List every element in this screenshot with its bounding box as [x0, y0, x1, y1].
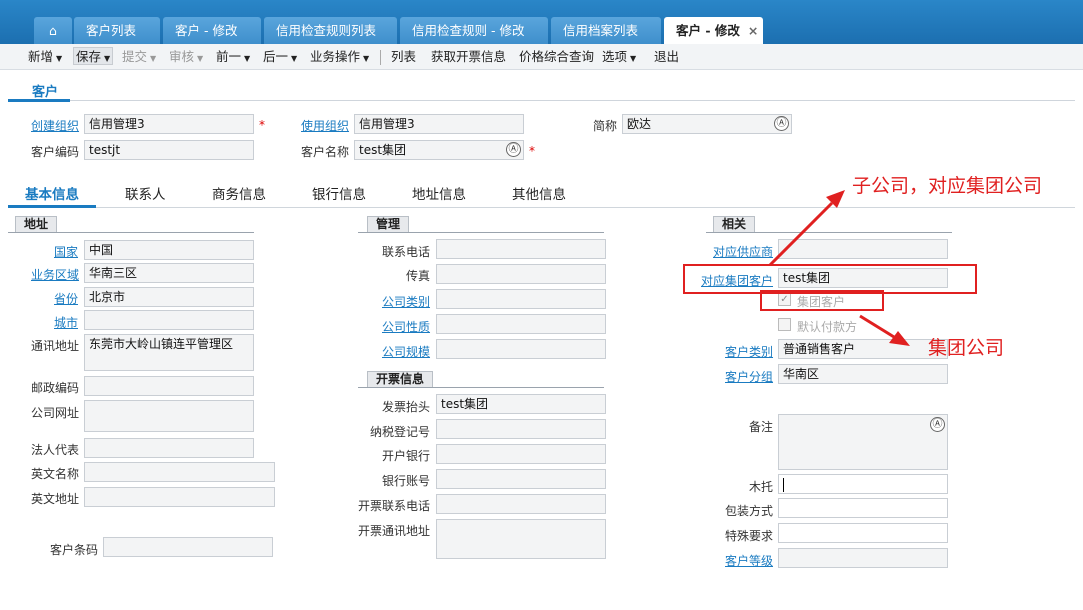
annotation-arrows	[768, 190, 910, 346]
annotation-arrow-line	[768, 201, 834, 267]
annotation-arrow-line	[859, 314, 895, 339]
annotation-arrowhead	[889, 331, 910, 346]
